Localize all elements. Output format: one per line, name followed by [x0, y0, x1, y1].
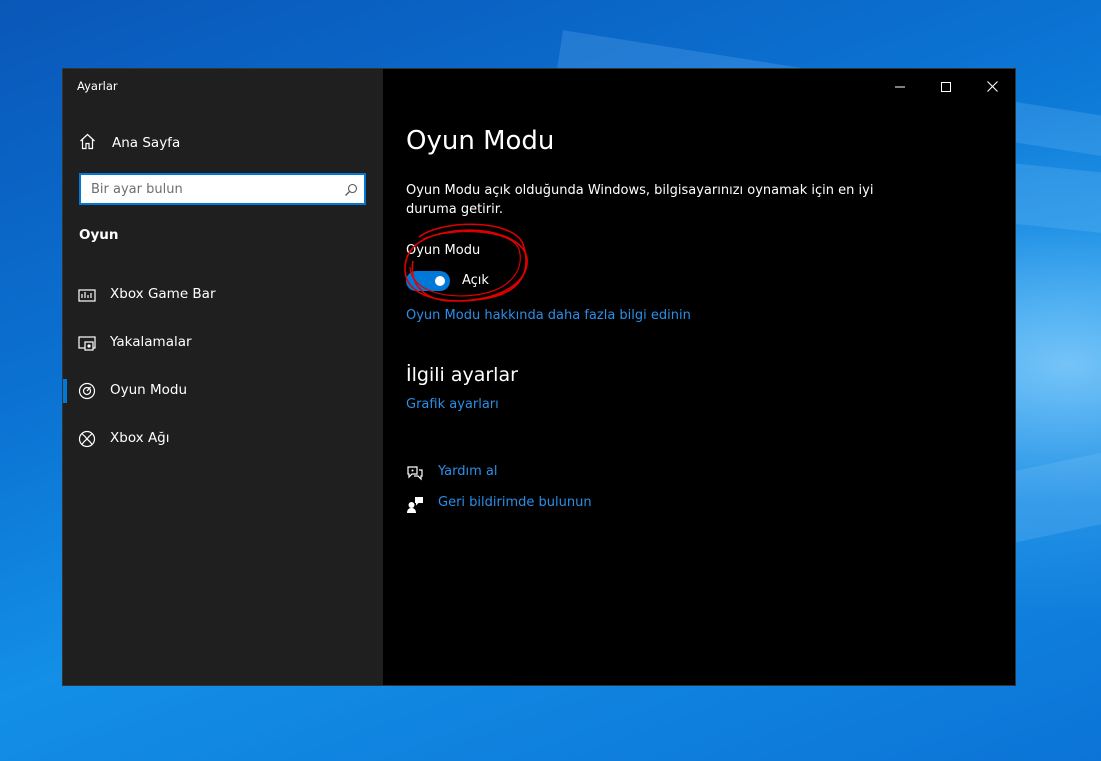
graphics-settings-link[interactable]: Grafik ayarları: [406, 397, 499, 412]
sidebar-item-xbox-network[interactable]: Xbox Ağı: [63, 419, 383, 459]
home-link[interactable]: Ana Sayfa: [79, 133, 180, 153]
search-icon[interactable]: [344, 182, 358, 201]
app-title: Ayarlar: [77, 79, 118, 93]
learn-more-link[interactable]: Oyun Modu hakkında daha fazla bilgi edin…: [406, 308, 691, 323]
sidebar-item-game-mode[interactable]: Oyun Modu: [63, 371, 383, 411]
captures-icon: [78, 334, 96, 352]
game-bar-icon: [78, 286, 96, 304]
feedback-icon: [406, 496, 424, 518]
get-help-label: Yardım al: [438, 464, 498, 479]
sidebar-item-label: Oyun Modu: [110, 382, 188, 398]
section-label: Oyun: [79, 227, 119, 243]
red-circle-annotation: [404, 223, 528, 302]
sidebar: Ayarlar Ana Sayfa Oyun: [63, 69, 383, 685]
xbox-icon: [78, 430, 96, 448]
home-label: Ana Sayfa: [112, 135, 181, 151]
content-pane: Oyun Modu Oyun Modu açık olduğunda Windo…: [383, 69, 1015, 685]
help-chat-icon: [406, 465, 424, 486]
sidebar-item-label: Xbox Ağı: [110, 430, 170, 446]
game-mode-icon: [78, 382, 96, 400]
sidebar-item-captures[interactable]: Yakalamalar: [63, 323, 383, 363]
give-feedback-label: Geri bildirimde bulunun: [438, 495, 592, 510]
sidebar-item-label: Yakalamalar: [110, 334, 192, 350]
sidebar-item-label: Xbox Game Bar: [110, 286, 216, 302]
search-box[interactable]: [79, 173, 366, 205]
home-icon: [79, 133, 96, 154]
search-input[interactable]: [81, 175, 341, 203]
settings-window: Ayarlar Ana Sayfa Oyun: [62, 68, 1016, 686]
related-settings-title: İlgili ayarlar: [406, 364, 518, 386]
sidebar-item-xbox-game-bar[interactable]: Xbox Game Bar: [63, 275, 383, 315]
selection-indicator: [63, 379, 67, 403]
